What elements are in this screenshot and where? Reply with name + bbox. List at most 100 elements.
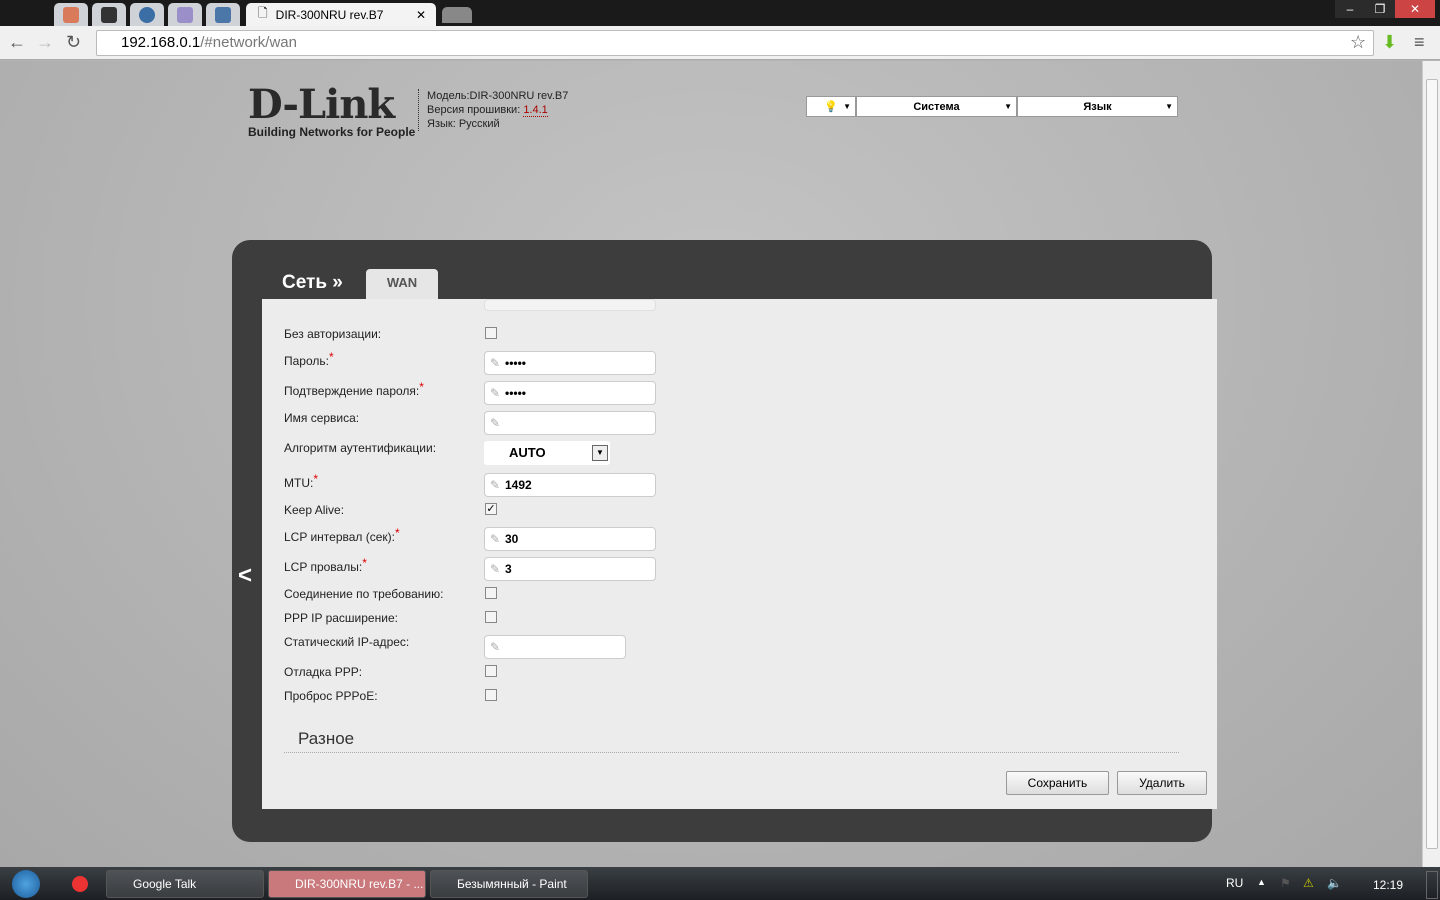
required-mark: * <box>362 556 367 570</box>
pencil-icon: ✎ <box>490 478 501 492</box>
auth-algorithm-select[interactable]: AUTO ▼ <box>484 441 610 465</box>
hand-icon <box>63 6 79 23</box>
hint-menu[interactable]: 💡 ▼ <box>806 96 856 117</box>
lcp-failures-input[interactable]: ✎ 3 <box>484 557 656 581</box>
mtu-value: 1492 <box>505 478 532 492</box>
tab-wan[interactable]: WAN <box>366 269 438 301</box>
system-menu-label: Система <box>913 100 960 113</box>
misc-section-title[interactable]: Разное <box>298 729 354 749</box>
password-input[interactable]: ✎ ••••• <box>484 351 656 375</box>
firmware-label: Версия прошивки: <box>427 104 524 116</box>
cloud-icon <box>101 6 117 23</box>
delete-button[interactable]: Удалить <box>1117 771 1207 795</box>
keep-alive-label: Keep Alive: <box>284 503 345 517</box>
network-warning-icon[interactable]: ⚠ <box>1303 876 1314 890</box>
page-icon: 🗋 <box>258 6 268 20</box>
pinned-tab-logo[interactable] <box>168 3 202 26</box>
lcp-interval-input[interactable]: ✎ 30 <box>484 527 656 551</box>
url-host: 192.168.0.1 <box>121 34 201 51</box>
required-mark: * <box>395 526 400 540</box>
menu-icon[interactable]: ≡ <box>1414 32 1425 53</box>
no-auth-checkbox[interactable] <box>485 327 497 339</box>
volume-icon[interactable]: 🔈 <box>1327 876 1342 890</box>
dlink-logo: D-Link Building Networks for People <box>248 81 416 140</box>
pppoe-passthrough-label: Проброс PPPoE: <box>284 689 378 703</box>
on-demand-checkbox[interactable] <box>485 587 497 599</box>
auth-algorithm-label: Алгоритм аутентификации: <box>284 441 437 455</box>
star-icon[interactable]: ☆ <box>1350 32 1366 53</box>
forward-icon <box>139 6 155 23</box>
pencil-icon: ✎ <box>490 532 501 546</box>
breadcrumb-section[interactable]: Сеть » <box>282 272 343 294</box>
required-mark: * <box>328 350 334 364</box>
static-ip-input[interactable]: ✎ <box>484 635 626 659</box>
static-ip-label: Статический IP-адрес: <box>284 635 410 649</box>
confirm-password-label: Подтверждение пароля: <box>284 384 420 398</box>
mtu-input[interactable]: ✎ 1492 <box>484 473 656 497</box>
pencil-icon: ✎ <box>490 562 501 576</box>
mtu-label: MTU: <box>284 476 314 490</box>
tab-active[interactable]: 🗋 DIR-300NRU rev.B7 ✕ <box>246 3 436 26</box>
chevron-down-icon: ▼ <box>1165 102 1173 111</box>
browser-tab-strip: 🗋 DIR-300NRU rev.B7 ✕ – ❐ ✕ <box>0 0 1440 26</box>
model-text: Модель:DIR-300NRU rev.B7 <box>427 90 569 102</box>
ppp-debug-checkbox[interactable] <box>485 665 497 677</box>
logo-tagline: Building Networks for People <box>248 125 416 139</box>
address-bar[interactable]: 192.168.0.1/#network/wan <box>96 30 1374 56</box>
close-window-button[interactable]: ✕ <box>1395 0 1435 18</box>
forward-icon[interactable]: → <box>36 32 54 53</box>
confirm-password-input[interactable]: ✎ ••••• <box>484 381 656 405</box>
pinned-tab-vk[interactable] <box>206 3 240 26</box>
logo-text: D-Link <box>248 81 395 128</box>
yandex-icon[interactable] <box>72 876 88 892</box>
taskbar-item-chrome[interactable]: DIR-300NRU rev.B7 - ... <box>268 870 426 898</box>
system-menu[interactable]: Система ▼ <box>856 96 1017 117</box>
scrollbar[interactable] <box>1422 61 1440 867</box>
username-input[interactable] <box>484 299 656 311</box>
pppoe-passthrough-checkbox[interactable] <box>485 689 497 701</box>
start-button[interactable] <box>12 870 40 898</box>
device-info: Модель:DIR-300NRU rev.B7 Версия прошивки… <box>418 89 568 131</box>
ppp-ip-extension-checkbox[interactable] <box>485 611 497 623</box>
taskbar-item-label: Google Talk <box>133 877 197 891</box>
tab-title: DIR-300NRU rev.B7 <box>275 7 384 22</box>
show-hidden-icons-icon[interactable]: ▲ <box>1257 877 1266 887</box>
pinned-tab-cloud[interactable] <box>92 3 126 26</box>
minimize-button[interactable]: – <box>1335 0 1365 18</box>
lcp-failures-label: LCP провалы: <box>284 560 363 574</box>
url-path: /#network/wan <box>200 34 297 51</box>
pinned-tab-hand[interactable] <box>54 3 88 26</box>
firmware-version[interactable]: 1.4.1 <box>523 104 548 117</box>
maximize-button[interactable]: ❐ <box>1365 0 1395 18</box>
no-auth-label: Без авторизации: <box>284 327 382 341</box>
back-icon[interactable]: ← <box>8 32 26 53</box>
language-menu[interactable]: Язык ▼ <box>1017 96 1178 117</box>
service-name-input[interactable]: ✎ <box>484 411 656 435</box>
close-tab-icon[interactable]: ✕ <box>416 8 426 22</box>
new-tab-button[interactable] <box>442 7 472 23</box>
logo-icon <box>177 6 193 23</box>
reload-icon[interactable]: ↻ <box>66 32 81 53</box>
clock[interactable]: 12:19 <box>1373 878 1403 892</box>
pinned-tab-forward[interactable] <box>130 3 164 26</box>
back-arrow-icon[interactable]: < <box>238 562 252 590</box>
taskbar-item-google-talk[interactable]: Google Talk <box>106 870 264 898</box>
save-button[interactable]: Сохранить <box>1006 771 1109 795</box>
required-mark: * <box>313 472 318 486</box>
language-menu-label: Язык <box>1083 100 1112 113</box>
browser-toolbar: ← → ↻ 192.168.0.1/#network/wan ☆ ⬇ ≡ <box>0 26 1440 60</box>
pencil-icon: ✎ <box>490 416 501 430</box>
keep-alive-checkbox[interactable]: ✓ <box>485 503 497 515</box>
taskbar-item-paint[interactable]: Безымянный - Paint <box>430 870 588 898</box>
download-icon[interactable]: ⬇ <box>1382 32 1397 53</box>
required-mark: * <box>419 380 424 394</box>
flag-icon[interactable]: ⚑ <box>1280 876 1291 890</box>
show-desktop-button[interactable] <box>1426 871 1438 899</box>
vk-icon <box>215 6 231 23</box>
scrollbar-thumb[interactable] <box>1426 79 1438 849</box>
language-indicator[interactable]: RU <box>1226 876 1243 890</box>
confirm-password-value: ••••• <box>505 386 527 400</box>
ppp-ip-extension-label: PPP IP расширение: <box>284 611 398 625</box>
password-label: Пароль: <box>284 354 329 368</box>
pencil-icon: ✎ <box>490 386 501 400</box>
